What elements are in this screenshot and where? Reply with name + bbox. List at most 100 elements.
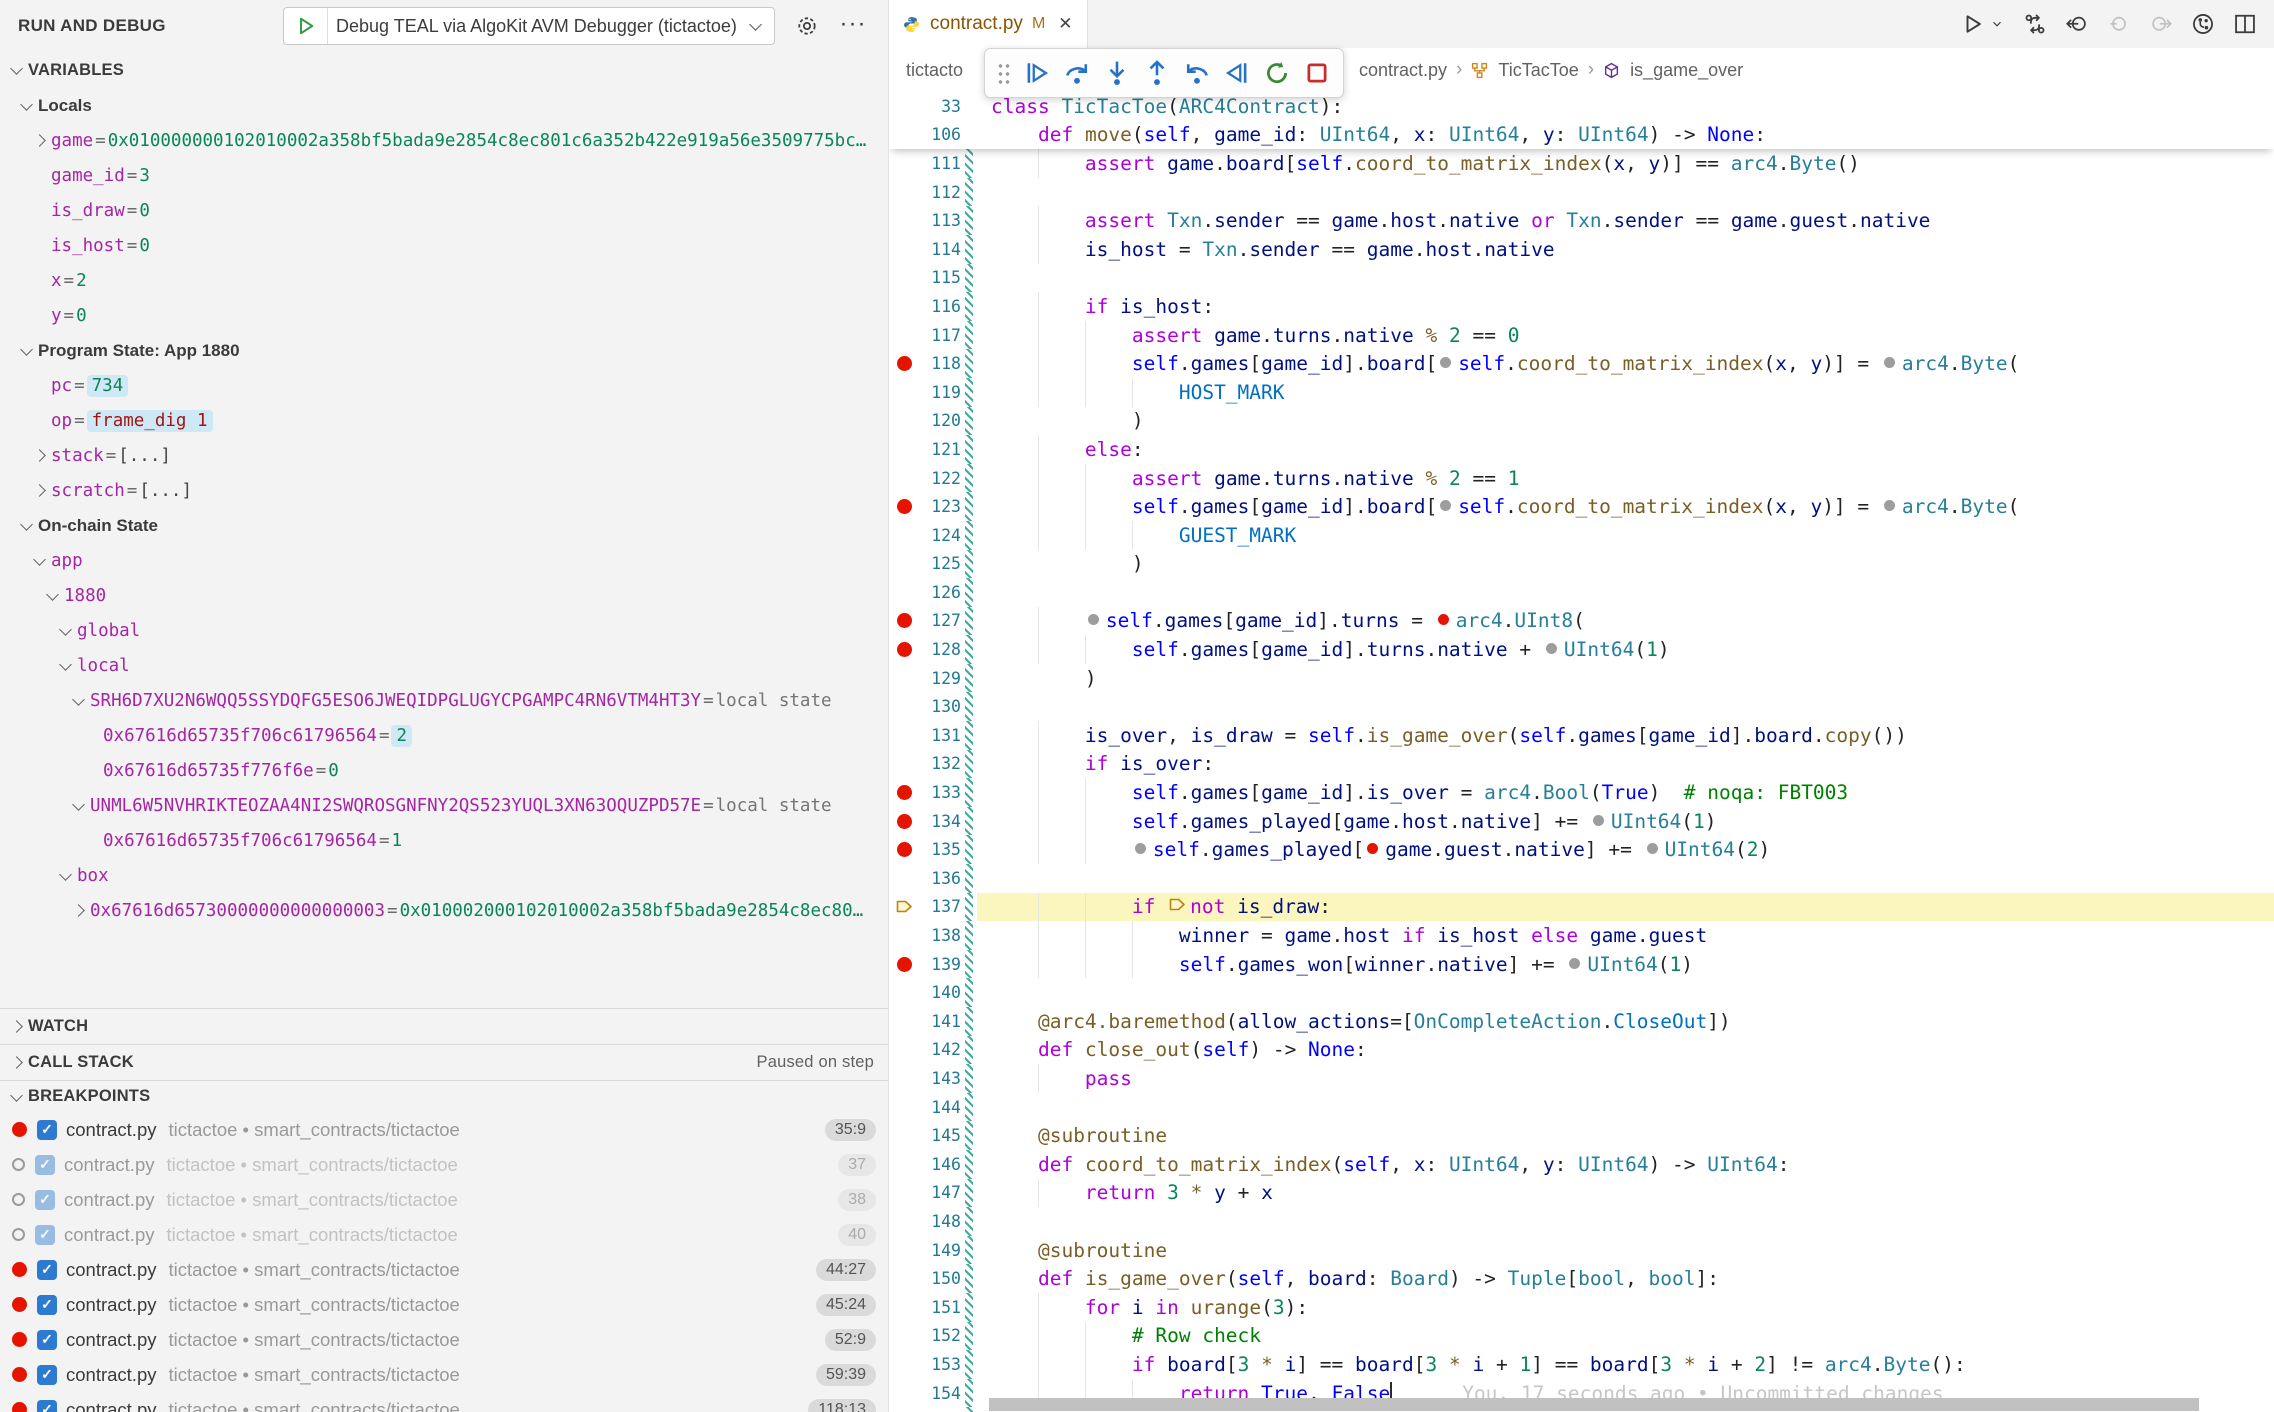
more-actions-icon[interactable]: ··· [838,9,868,39]
inline-breakpoint-icon[interactable] [1884,357,1895,368]
call-stack-section-header[interactable]: CALL STACK Paused on step [0,1044,888,1080]
nav-back-icon[interactable] [2066,13,2088,35]
inline-breakpoint-icon[interactable] [1367,843,1378,854]
variable-row-y[interactable]: y = 0 [0,298,888,333]
breakpoint-row[interactable]: ✓contract.pytictactoe • smart_contracts/… [0,1217,888,1252]
variable-row-program-state-app-1880[interactable]: Program State: App 1880 [0,333,888,368]
chevron-down-icon[interactable] [18,97,38,115]
variable-row-is-draw[interactable]: is_draw = 0 [0,193,888,228]
breakpoint-checkbox[interactable]: ✓ [37,1295,57,1315]
split-editor-icon[interactable] [2234,13,2256,35]
close-icon[interactable]: ✕ [1058,14,1072,34]
inline-breakpoint-icon[interactable] [1546,643,1557,654]
inline-breakpoint-icon[interactable] [1884,500,1895,511]
breadcrumb-item-class[interactable]: TicTacToe [1498,60,1578,81]
variable-row-game-id[interactable]: game_id = 3 [0,158,888,193]
breakpoint-gutter-icon[interactable] [889,356,919,371]
inline-breakpoint-icon[interactable] [1135,843,1146,854]
breakpoint-gutter-icon[interactable] [889,613,919,628]
variable-row-app[interactable]: app [0,543,888,578]
breakpoint-row[interactable]: ✓contract.pytictactoe • smart_contracts/… [0,1287,888,1322]
breakpoint-gutter-icon[interactable] [889,814,919,829]
reverse-continue-icon[interactable] [1219,55,1255,91]
breakpoint-checkbox[interactable]: ✓ [37,1365,57,1385]
tab-contract-py[interactable]: contract.py M ✕ [889,0,1088,48]
chevron-down-icon[interactable] [57,622,77,640]
step-over-icon[interactable] [1059,55,1095,91]
chevron-down-icon[interactable] [57,657,77,675]
source-control-icon[interactable] [2024,13,2046,35]
restart-icon[interactable] [1259,55,1295,91]
watch-section-header[interactable]: WATCH [0,1008,888,1044]
chevron-right-icon[interactable] [31,132,51,150]
variable-row-box[interactable]: box [0,858,888,893]
breakpoint-row[interactable]: ✓contract.pytictactoe • smart_contracts/… [0,1112,888,1147]
inline-breakpoint-icon[interactable] [1438,614,1449,625]
chevron-down-icon[interactable] [57,867,77,885]
variable-row-scratch[interactable]: scratch = [...] [0,473,888,508]
breadcrumb-item-file[interactable]: contract.py [1359,60,1447,81]
variable-row-unml6w5nvhrikteozaa4ni2swqrosg[interactable]: UNML6W5NVHRIKTEOZAA4NI2SWQROSGNFNY2QS523… [0,788,888,823]
inline-breakpoint-icon[interactable] [1088,614,1099,625]
inline-breakpoint-icon[interactable] [1569,958,1580,969]
inline-breakpoint-icon[interactable] [1593,815,1604,826]
current-step-arrow-icon[interactable] [889,899,919,914]
variable-row-global[interactable]: global [0,613,888,648]
breakpoint-checkbox[interactable]: ✓ [37,1260,57,1280]
variable-row-is-host[interactable]: is_host = 0 [0,228,888,263]
inline-breakpoint-icon[interactable] [1647,843,1658,854]
variable-row-0x67616d65735f706c61796564[interactable]: 0x67616d65735f706c61796564 = 2 [0,718,888,753]
breakpoint-checkbox[interactable]: ✓ [37,1120,57,1140]
breakpoint-row[interactable]: ✓contract.pytictactoe • smart_contracts/… [0,1392,888,1412]
debug-config-dropdown[interactable]: Debug TEAL via AlgoKit AVM Debugger (tic… [283,7,775,45]
variable-row-pc[interactable]: pc = 734 [0,368,888,403]
chevron-down-icon[interactable] [31,552,51,570]
breakpoint-row[interactable]: ✓contract.pytictactoe • smart_contracts/… [0,1147,888,1182]
breakpoint-row[interactable]: ✓contract.pytictactoe • smart_contracts/… [0,1182,888,1217]
breadcrumb-item-folder[interactable]: tictacto [906,60,963,81]
breakpoint-checkbox[interactable]: ✓ [35,1225,55,1245]
breakpoint-checkbox[interactable]: ✓ [37,1330,57,1350]
timeline-graph-icon[interactable] [2192,13,2214,35]
breakpoint-checkbox[interactable]: ✓ [35,1155,55,1175]
chevron-right-icon[interactable] [70,902,90,920]
breakpoint-row[interactable]: ✓contract.pytictactoe • smart_contracts/… [0,1322,888,1357]
chevron-down-icon[interactable] [1990,13,2004,35]
variable-row-stack[interactable]: stack = [...] [0,438,888,473]
breakpoint-row[interactable]: ✓contract.pytictactoe • smart_contracts/… [0,1357,888,1392]
variable-row-1880[interactable]: 1880 [0,578,888,613]
chevron-right-icon[interactable] [31,447,51,465]
variable-row-srh6d7xu2n6wqq5ssydqfg5eso6jwe[interactable]: SRH6D7XU2N6WQQ5SSYDQFG5ESO6JWEQIDPGLUGYC… [0,683,888,718]
drag-handle-icon[interactable] [997,62,1011,84]
breakpoint-gutter-icon[interactable] [889,499,919,514]
breakpoints-section-header[interactable]: BREAKPOINTS [0,1080,888,1112]
step-into-icon[interactable] [1099,55,1135,91]
breakpoint-gutter-icon[interactable] [889,842,919,857]
chevron-right-icon[interactable] [31,482,51,500]
breakpoint-checkbox[interactable]: ✓ [35,1190,55,1210]
breadcrumb-item-method[interactable]: is_game_over [1630,60,1743,81]
breakpoint-checkbox[interactable]: ✓ [37,1400,57,1412]
chevron-down-icon[interactable] [18,342,38,360]
stop-icon[interactable] [1299,55,1335,91]
breakpoint-row[interactable]: ✓contract.pytictactoe • smart_contracts/… [0,1252,888,1287]
breakpoint-gutter-icon[interactable] [889,642,919,657]
chevron-down-icon[interactable] [18,517,38,535]
chevron-down-icon[interactable] [70,797,90,815]
run-icon[interactable] [1962,13,1984,35]
variable-row-locals[interactable]: Locals [0,88,888,123]
variable-row-game[interactable]: game = 0x010000000102010002a358bf5bada9e… [0,123,888,158]
inline-breakpoint-icon[interactable] [1440,357,1451,368]
chevron-down-icon[interactable] [70,692,90,710]
variables-section-header[interactable]: VARIABLES [0,52,888,88]
gear-icon[interactable] [792,11,822,41]
breakpoint-gutter-icon[interactable] [889,957,919,972]
variable-row-on-chain-state[interactable]: On-chain State [0,508,888,543]
step-out-icon[interactable] [1139,55,1175,91]
start-debugging-icon[interactable] [284,8,328,44]
breakpoint-gutter-icon[interactable] [889,785,919,800]
variable-row-x[interactable]: x = 2 [0,263,888,298]
inline-breakpoint-icon[interactable] [1440,500,1451,511]
variable-row-0x67616d65730000000000000003[interactable]: 0x67616d65730000000000000003 = 0x0100020… [0,893,888,928]
chevron-down-icon[interactable] [44,587,64,605]
